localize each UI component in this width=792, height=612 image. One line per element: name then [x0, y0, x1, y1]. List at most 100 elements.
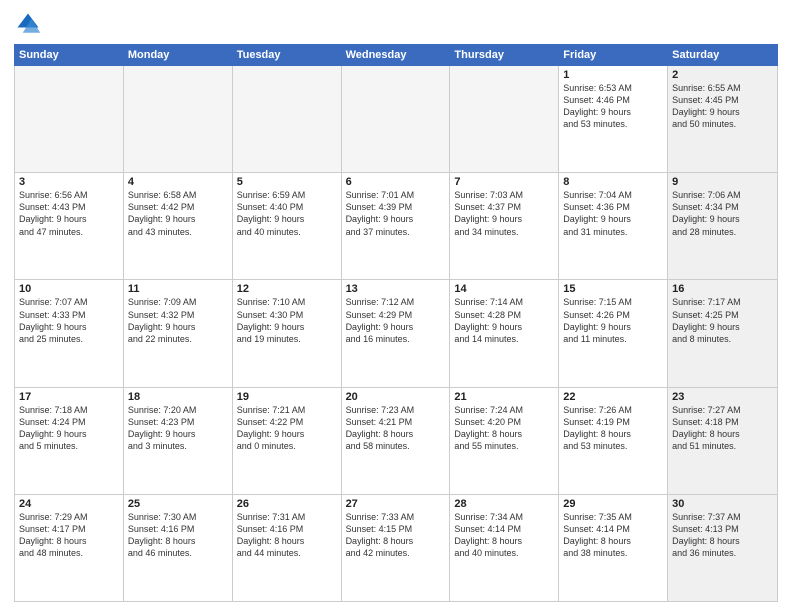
calendar-cell: 1Sunrise: 6:53 AM Sunset: 4:46 PM Daylig… — [559, 66, 668, 172]
calendar-row: 17Sunrise: 7:18 AM Sunset: 4:24 PM Dayli… — [15, 388, 777, 495]
calendar-cell: 28Sunrise: 7:34 AM Sunset: 4:14 PM Dayli… — [450, 495, 559, 601]
calendar-header-cell: Monday — [124, 45, 233, 65]
day-number: 13 — [346, 283, 446, 295]
calendar-cell: 30Sunrise: 7:37 AM Sunset: 4:13 PM Dayli… — [668, 495, 777, 601]
day-number: 18 — [128, 391, 228, 403]
logo-icon — [14, 10, 42, 38]
day-number: 4 — [128, 176, 228, 188]
calendar-cell: 19Sunrise: 7:21 AM Sunset: 4:22 PM Dayli… — [233, 388, 342, 494]
day-info: Sunrise: 7:06 AM Sunset: 4:34 PM Dayligh… — [672, 189, 773, 238]
calendar-cell: 25Sunrise: 7:30 AM Sunset: 4:16 PM Dayli… — [124, 495, 233, 601]
calendar-row: 10Sunrise: 7:07 AM Sunset: 4:33 PM Dayli… — [15, 280, 777, 387]
calendar-cell: 27Sunrise: 7:33 AM Sunset: 4:15 PM Dayli… — [342, 495, 451, 601]
day-number: 3 — [19, 176, 119, 188]
calendar-cell — [450, 66, 559, 172]
calendar-cell: 14Sunrise: 7:14 AM Sunset: 4:28 PM Dayli… — [450, 280, 559, 386]
day-number: 16 — [672, 283, 773, 295]
calendar-cell: 16Sunrise: 7:17 AM Sunset: 4:25 PM Dayli… — [668, 280, 777, 386]
day-number: 7 — [454, 176, 554, 188]
day-info: Sunrise: 7:17 AM Sunset: 4:25 PM Dayligh… — [672, 296, 773, 345]
day-info: Sunrise: 7:01 AM Sunset: 4:39 PM Dayligh… — [346, 189, 446, 238]
day-number: 6 — [346, 176, 446, 188]
day-number: 10 — [19, 283, 119, 295]
calendar-cell: 10Sunrise: 7:07 AM Sunset: 4:33 PM Dayli… — [15, 280, 124, 386]
calendar-header-cell: Thursday — [450, 45, 559, 65]
calendar-row: 24Sunrise: 7:29 AM Sunset: 4:17 PM Dayli… — [15, 495, 777, 601]
day-info: Sunrise: 7:35 AM Sunset: 4:14 PM Dayligh… — [563, 511, 663, 560]
day-number: 28 — [454, 498, 554, 510]
calendar-header-cell: Friday — [559, 45, 668, 65]
calendar-cell: 29Sunrise: 7:35 AM Sunset: 4:14 PM Dayli… — [559, 495, 668, 601]
logo — [14, 10, 44, 38]
day-number: 29 — [563, 498, 663, 510]
day-number: 5 — [237, 176, 337, 188]
calendar-cell: 17Sunrise: 7:18 AM Sunset: 4:24 PM Dayli… — [15, 388, 124, 494]
calendar-cell: 18Sunrise: 7:20 AM Sunset: 4:23 PM Dayli… — [124, 388, 233, 494]
calendar-cell: 26Sunrise: 7:31 AM Sunset: 4:16 PM Dayli… — [233, 495, 342, 601]
day-number: 17 — [19, 391, 119, 403]
day-info: Sunrise: 7:24 AM Sunset: 4:20 PM Dayligh… — [454, 404, 554, 453]
calendar-cell — [15, 66, 124, 172]
day-info: Sunrise: 6:53 AM Sunset: 4:46 PM Dayligh… — [563, 82, 663, 131]
day-number: 11 — [128, 283, 228, 295]
calendar-body: 1Sunrise: 6:53 AM Sunset: 4:46 PM Daylig… — [14, 66, 778, 602]
day-info: Sunrise: 7:33 AM Sunset: 4:15 PM Dayligh… — [346, 511, 446, 560]
day-info: Sunrise: 7:03 AM Sunset: 4:37 PM Dayligh… — [454, 189, 554, 238]
calendar-cell: 22Sunrise: 7:26 AM Sunset: 4:19 PM Dayli… — [559, 388, 668, 494]
day-info: Sunrise: 7:30 AM Sunset: 4:16 PM Dayligh… — [128, 511, 228, 560]
calendar-cell: 11Sunrise: 7:09 AM Sunset: 4:32 PM Dayli… — [124, 280, 233, 386]
calendar-cell: 13Sunrise: 7:12 AM Sunset: 4:29 PM Dayli… — [342, 280, 451, 386]
day-number: 27 — [346, 498, 446, 510]
calendar-cell: 3Sunrise: 6:56 AM Sunset: 4:43 PM Daylig… — [15, 173, 124, 279]
calendar-header-cell: Saturday — [668, 45, 777, 65]
day-info: Sunrise: 6:58 AM Sunset: 4:42 PM Dayligh… — [128, 189, 228, 238]
calendar-cell — [342, 66, 451, 172]
day-number: 2 — [672, 69, 773, 81]
calendar-row: 3Sunrise: 6:56 AM Sunset: 4:43 PM Daylig… — [15, 173, 777, 280]
day-info: Sunrise: 6:55 AM Sunset: 4:45 PM Dayligh… — [672, 82, 773, 131]
day-info: Sunrise: 7:34 AM Sunset: 4:14 PM Dayligh… — [454, 511, 554, 560]
day-info: Sunrise: 6:59 AM Sunset: 4:40 PM Dayligh… — [237, 189, 337, 238]
calendar-cell: 4Sunrise: 6:58 AM Sunset: 4:42 PM Daylig… — [124, 173, 233, 279]
calendar-cell: 7Sunrise: 7:03 AM Sunset: 4:37 PM Daylig… — [450, 173, 559, 279]
day-number: 19 — [237, 391, 337, 403]
calendar-cell: 21Sunrise: 7:24 AM Sunset: 4:20 PM Dayli… — [450, 388, 559, 494]
day-number: 23 — [672, 391, 773, 403]
day-info: Sunrise: 7:14 AM Sunset: 4:28 PM Dayligh… — [454, 296, 554, 345]
calendar-cell: 24Sunrise: 7:29 AM Sunset: 4:17 PM Dayli… — [15, 495, 124, 601]
header — [14, 10, 778, 38]
day-number: 24 — [19, 498, 119, 510]
calendar-header-cell: Sunday — [15, 45, 124, 65]
day-number: 21 — [454, 391, 554, 403]
day-info: Sunrise: 7:31 AM Sunset: 4:16 PM Dayligh… — [237, 511, 337, 560]
day-number: 8 — [563, 176, 663, 188]
day-info: Sunrise: 7:20 AM Sunset: 4:23 PM Dayligh… — [128, 404, 228, 453]
day-info: Sunrise: 7:37 AM Sunset: 4:13 PM Dayligh… — [672, 511, 773, 560]
calendar-header-cell: Tuesday — [233, 45, 342, 65]
day-info: Sunrise: 7:27 AM Sunset: 4:18 PM Dayligh… — [672, 404, 773, 453]
calendar-cell: 6Sunrise: 7:01 AM Sunset: 4:39 PM Daylig… — [342, 173, 451, 279]
day-info: Sunrise: 7:18 AM Sunset: 4:24 PM Dayligh… — [19, 404, 119, 453]
calendar-cell: 15Sunrise: 7:15 AM Sunset: 4:26 PM Dayli… — [559, 280, 668, 386]
day-number: 1 — [563, 69, 663, 81]
calendar: SundayMondayTuesdayWednesdayThursdayFrid… — [14, 44, 778, 602]
calendar-cell: 2Sunrise: 6:55 AM Sunset: 4:45 PM Daylig… — [668, 66, 777, 172]
day-info: Sunrise: 7:09 AM Sunset: 4:32 PM Dayligh… — [128, 296, 228, 345]
calendar-row: 1Sunrise: 6:53 AM Sunset: 4:46 PM Daylig… — [15, 66, 777, 173]
calendar-cell: 20Sunrise: 7:23 AM Sunset: 4:21 PM Dayli… — [342, 388, 451, 494]
calendar-cell — [233, 66, 342, 172]
day-number: 26 — [237, 498, 337, 510]
day-number: 15 — [563, 283, 663, 295]
day-info: Sunrise: 6:56 AM Sunset: 4:43 PM Dayligh… — [19, 189, 119, 238]
calendar-cell: 23Sunrise: 7:27 AM Sunset: 4:18 PM Dayli… — [668, 388, 777, 494]
day-info: Sunrise: 7:10 AM Sunset: 4:30 PM Dayligh… — [237, 296, 337, 345]
calendar-header-cell: Wednesday — [342, 45, 451, 65]
calendar-cell: 8Sunrise: 7:04 AM Sunset: 4:36 PM Daylig… — [559, 173, 668, 279]
day-number: 22 — [563, 391, 663, 403]
calendar-cell — [124, 66, 233, 172]
page: SundayMondayTuesdayWednesdayThursdayFrid… — [0, 0, 792, 612]
day-number: 25 — [128, 498, 228, 510]
day-info: Sunrise: 7:12 AM Sunset: 4:29 PM Dayligh… — [346, 296, 446, 345]
day-info: Sunrise: 7:29 AM Sunset: 4:17 PM Dayligh… — [19, 511, 119, 560]
day-number: 14 — [454, 283, 554, 295]
